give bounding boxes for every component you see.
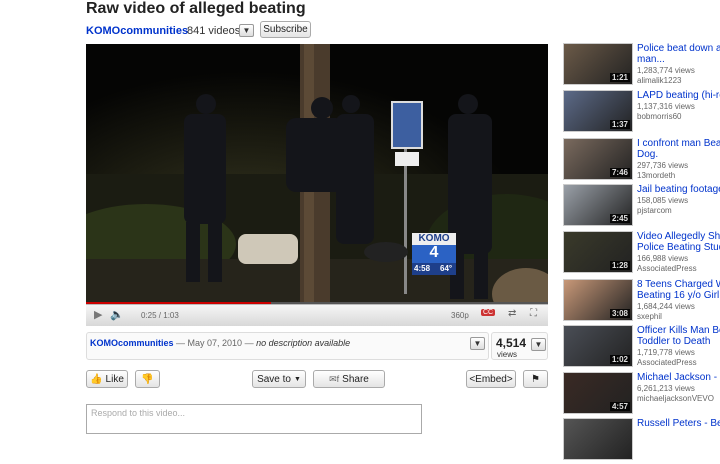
related-thumbnail[interactable]: 1:02 — [563, 325, 633, 367]
save-to-button[interactable]: Save to ▼ — [252, 370, 306, 388]
duration-badge: 1:37 — [609, 120, 630, 129]
related-title[interactable]: Officer Kills Man Be Toddler to Death — [637, 325, 720, 347]
related-video-item[interactable]: Russell Peters - Be — [563, 418, 720, 464]
video-count: 841 videos — [187, 25, 241, 37]
save-to-label: Save to — [257, 373, 291, 385]
watermark-time: 4:58 — [414, 264, 431, 273]
fullscreen-icon[interactable]: ⛶ — [530, 308, 537, 319]
subscribe-label: Subscribe — [263, 24, 308, 35]
upload-date: May 07, 2010 — [187, 338, 243, 348]
related-uploader: AssociatedPress — [637, 358, 697, 367]
related-thumbnail[interactable]: 4:57 — [563, 372, 633, 414]
views-label: views — [497, 350, 518, 359]
related-thumbnail[interactable] — [563, 418, 633, 460]
share-icons: ✉f — [329, 373, 340, 384]
related-video-item[interactable]: 7:46 I confront man Beat Dog. 297,736 views… — [563, 138, 720, 184]
play-icon[interactable]: ▶ — [94, 308, 102, 321]
embed-button[interactable]: <Embed> — [466, 370, 516, 388]
related-thumbnail[interactable]: 3:08 — [563, 279, 633, 321]
flag-icon: ⚑ — [531, 373, 540, 385]
related-thumbnail[interactable]: 1:21 — [563, 43, 633, 85]
video-frame — [86, 44, 548, 322]
related-thumbnail[interactable]: 2:45 — [563, 184, 633, 226]
channel-link[interactable]: KOMOcommunities — [86, 25, 188, 37]
related-views: 1,719,778 views — [637, 348, 695, 357]
related-title[interactable]: Police beat down an man... — [637, 43, 720, 65]
dislike-button[interactable]: 👎 — [135, 370, 160, 388]
related-title[interactable]: I confront man Beat Dog. — [637, 138, 720, 160]
info-separator: — — [173, 338, 188, 348]
duration-badge: 4:57 — [609, 402, 630, 411]
related-video-item[interactable]: 1:21 Police beat down an man... 1,283,774 v… — [563, 43, 720, 89]
quality-selector[interactable]: 360p — [451, 311, 469, 320]
cc-icon[interactable]: CC — [481, 309, 496, 316]
related-thumbnail[interactable]: 7:46 — [563, 138, 633, 180]
like-button[interactable]: 👍 Like — [86, 370, 128, 388]
video-info-bar: KOMOcommunities — May 07, 2010 — no desc… — [86, 332, 489, 360]
video-description: no description available — [256, 338, 351, 348]
info-separator-2: — — [242, 338, 257, 348]
duration-badge: 1:21 — [609, 73, 630, 82]
related-title[interactable]: Jail beating footage — [637, 184, 720, 195]
related-video-item[interactable]: 4:57 Michael Jackson - B 6,261,213 views mi… — [563, 372, 720, 418]
video-title: Raw video of alleged beating — [86, 0, 306, 17]
thumbs-down-icon: 👎 — [141, 373, 154, 385]
related-thumbnail[interactable]: 1:28 — [563, 231, 633, 273]
chevron-down-icon: ▼ — [293, 375, 301, 383]
related-uploader: sxephil — [637, 312, 662, 321]
video-player[interactable]: KOMO 4 4:58 64° — [86, 44, 548, 322]
subscribe-button[interactable]: Subscribe — [260, 21, 311, 38]
duration-badge: 1:28 — [609, 261, 630, 270]
like-label: Like — [105, 373, 124, 385]
watermark-temp: 64° — [440, 264, 453, 273]
related-uploader: alimalik1223 — [637, 76, 682, 85]
player-controls: ▶ 🔈 0:25 / 1:03 360p CC ⇄ ⛶ — [86, 304, 548, 326]
info-channel-link[interactable]: KOMOcommunities — [90, 338, 174, 348]
volume-icon[interactable]: 🔈 — [110, 308, 124, 321]
related-video-item[interactable]: 3:08 8 Teens Charged W Beating 16 y/o Girl… — [563, 279, 720, 325]
embed-label: <Embed> — [469, 373, 513, 385]
related-views: 1,137,316 views — [637, 102, 695, 111]
related-uploader: michaeljacksonVEVO — [637, 394, 714, 403]
related-video-item[interactable]: 1:02 Officer Kills Man Be Toddler to Death… — [563, 325, 720, 371]
comment-box[interactable]: Respond to this video... — [86, 404, 422, 434]
related-video-item[interactable]: 2:45 Jail beating footage 158,085 views pjs… — [563, 184, 720, 230]
share-label: Share — [342, 373, 369, 385]
duration-badge: 7:46 — [609, 168, 630, 177]
related-views: 1,283,774 views — [637, 66, 695, 75]
related-thumbnail[interactable]: 1:37 — [563, 90, 633, 132]
duration-badge: 2:45 — [609, 214, 630, 223]
related-views: 6,261,213 views — [637, 384, 695, 393]
related-title[interactable]: Video Allegedly ShoPolice Beating Stude — [637, 231, 720, 253]
related-video-item[interactable]: 1:37 LAPD beating (hi-re 1,137,316 views bo… — [563, 90, 720, 136]
related-video-item[interactable]: 1:28 Video Allegedly Sho Police Beating St… — [563, 231, 720, 277]
comment-placeholder: Respond to this video... — [91, 408, 186, 418]
related-uploader: AssociatedPress — [637, 264, 697, 273]
view-count: 4,514 — [496, 336, 527, 350]
duration-badge: 3:08 — [609, 309, 630, 318]
related-views: 158,085 views — [637, 196, 689, 205]
duration-badge: 1:02 — [609, 355, 630, 364]
watermark-channel-number: 4 — [429, 244, 439, 261]
expand-description-icon[interactable]: ▼ — [470, 337, 485, 350]
related-views: 297,736 views — [637, 161, 689, 170]
view-count-box: 4,514 views ▼ — [491, 332, 548, 360]
related-views: 166,988 views — [637, 254, 689, 263]
related-uploader: pjstarcom — [637, 206, 672, 215]
flag-button[interactable]: ⚑ — [523, 370, 548, 388]
related-views: 1,684,244 views — [637, 302, 695, 311]
popout-icon[interactable]: ⇄ — [508, 308, 516, 319]
related-title[interactable]: LAPD beating (hi-re — [637, 90, 720, 101]
stats-chevron-icon[interactable]: ▼ — [531, 338, 546, 351]
related-title[interactable]: Michael Jackson - B — [637, 372, 720, 383]
watermark-komo: KOMO — [418, 233, 450, 244]
related-uploader: 13mordeth — [637, 171, 676, 180]
time-display: 0:25 / 1:03 — [141, 311, 179, 320]
thumbs-up-icon: 👍 — [90, 373, 103, 385]
related-title[interactable]: 8 Teens Charged W Beating 16 y/o Girl ( — [637, 279, 720, 301]
share-button[interactable]: ✉f Share — [313, 370, 385, 388]
related-uploader: bobmorris60 — [637, 112, 682, 121]
chevron-down-icon[interactable]: ▼ — [239, 24, 254, 37]
